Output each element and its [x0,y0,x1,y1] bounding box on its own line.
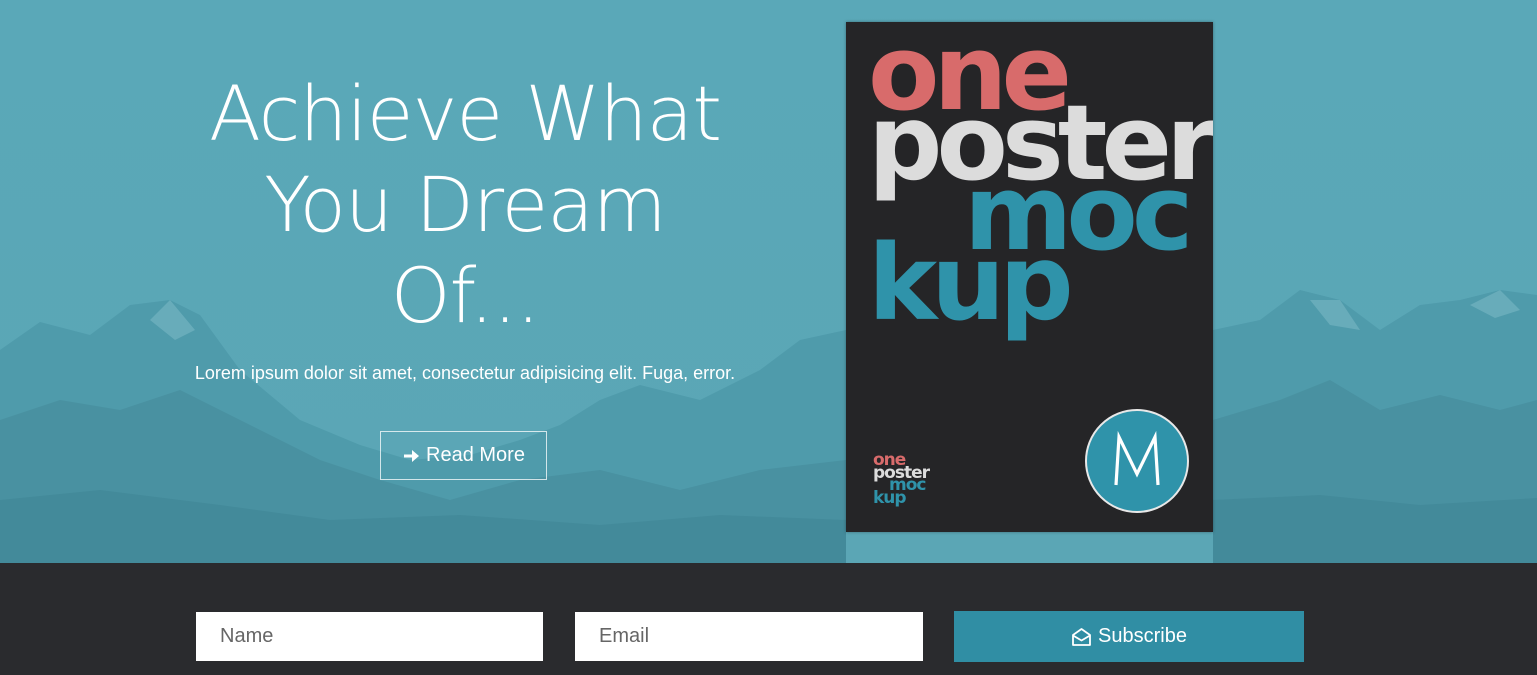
read-more-button[interactable]: Read More [380,431,547,480]
subscribe-label: Subscribe [1098,625,1187,647]
headline-line: Of... [390,251,541,340]
headline-line: You Dream [264,160,667,249]
read-more-label: Read More [426,444,525,466]
subscribe-button[interactable]: Subscribe [954,611,1304,662]
poster-title: one poster moc kup [868,22,1213,335]
poster-small-title: one poster moc kup [873,452,930,506]
email-field[interactable] [575,612,923,661]
envelope-open-icon [1071,627,1092,647]
poster-mockup: one poster moc kup one poster moc kup [846,22,1213,532]
hero-section: Achieve What You Dream Of... Lorem ipsum… [0,0,1537,563]
m-logo-icon [1085,409,1189,513]
name-field[interactable] [196,612,543,661]
hero-subtext: Lorem ipsum dolor sit amet, consectetur … [194,363,736,383]
headline-line: Achieve What [208,69,722,158]
arrow-right-icon [402,447,420,465]
hero-headline: Achieve What You Dream Of... [180,68,750,341]
